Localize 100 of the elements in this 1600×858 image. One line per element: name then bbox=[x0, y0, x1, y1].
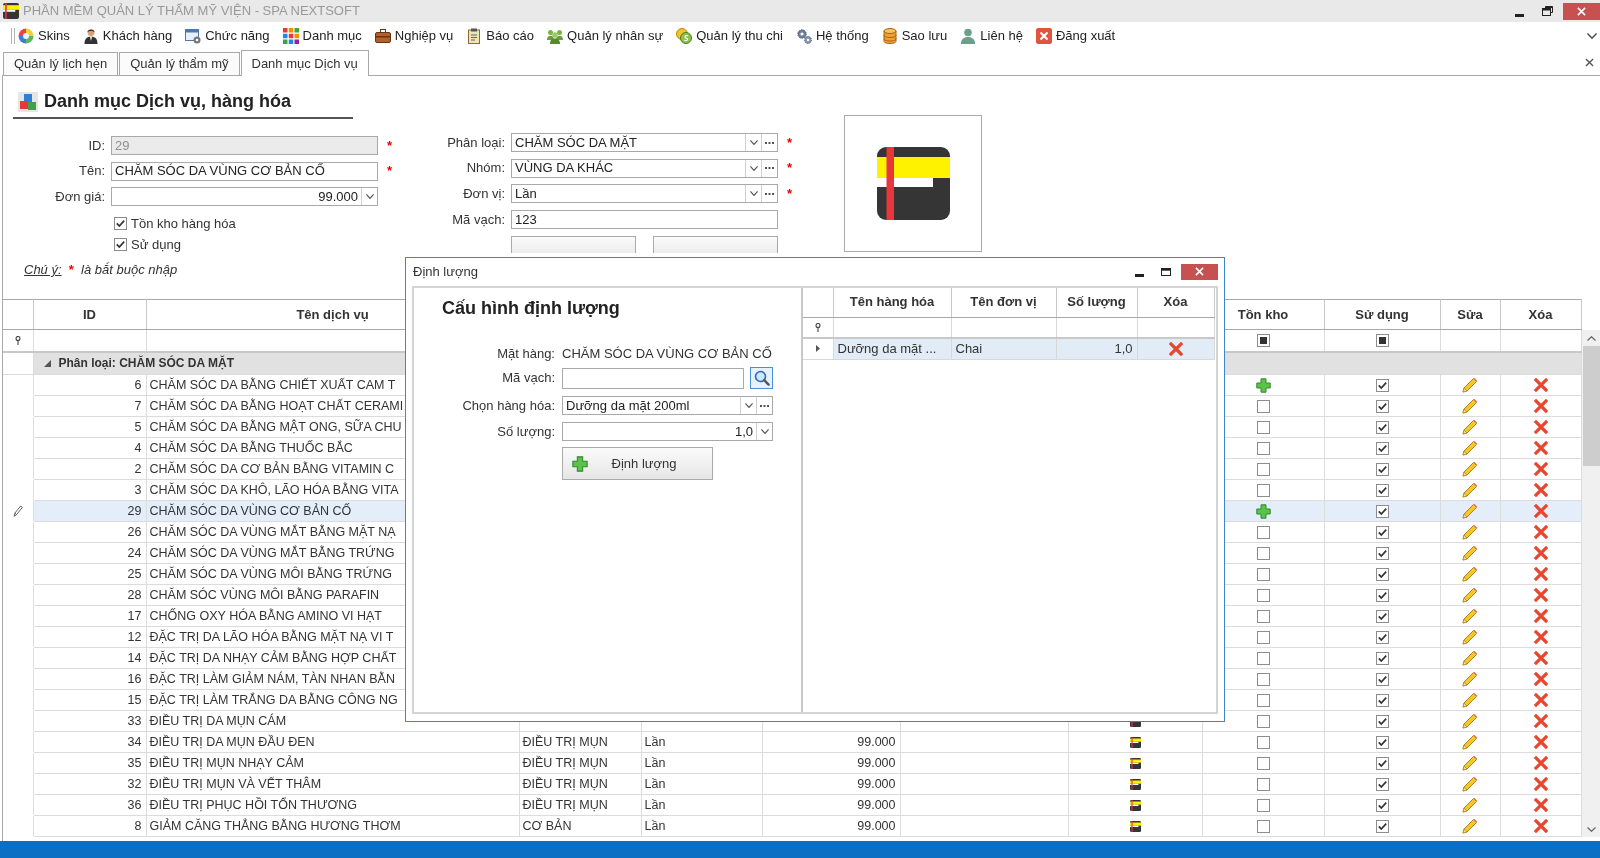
delete-icon[interactable] bbox=[1533, 630, 1548, 644]
delete-icon[interactable] bbox=[1533, 462, 1548, 476]
pencil-icon[interactable] bbox=[1462, 398, 1478, 414]
menu-item[interactable]: Đăng xuất bbox=[1035, 28, 1116, 44]
checkbox[interactable] bbox=[1256, 672, 1270, 686]
delete-icon[interactable] bbox=[1533, 399, 1548, 413]
plus-icon[interactable] bbox=[1255, 377, 1271, 393]
menu-item[interactable]: Khách hàng bbox=[82, 28, 173, 44]
search-button[interactable] bbox=[750, 367, 773, 389]
menu-item[interactable]: Danh mục bbox=[282, 28, 362, 44]
delete-icon[interactable] bbox=[1533, 756, 1548, 770]
combo-box[interactable]: CHĂM SÓC DA MẶT bbox=[511, 133, 778, 152]
checkbox[interactable] bbox=[1375, 525, 1389, 539]
checkbox[interactable] bbox=[1375, 504, 1389, 518]
delete-icon[interactable] bbox=[1533, 672, 1548, 686]
pencil-icon[interactable] bbox=[1462, 461, 1478, 477]
menu-item[interactable]: Quản lý thu chi bbox=[676, 28, 783, 44]
column-header[interactable]: Tên đơn vị bbox=[970, 294, 1037, 310]
tab[interactable]: Quản lý thẩm mỹ bbox=[119, 52, 240, 75]
checkbox[interactable] bbox=[1256, 525, 1270, 539]
checkbox[interactable] bbox=[1375, 609, 1389, 623]
menu-item[interactable]: Skins bbox=[18, 28, 70, 44]
checkbox[interactable] bbox=[1256, 483, 1270, 497]
checkbox[interactable] bbox=[1256, 714, 1270, 728]
triangle-icon[interactable] bbox=[43, 359, 51, 367]
pencil-icon[interactable] bbox=[1462, 545, 1478, 561]
pencil-icon[interactable] bbox=[1462, 650, 1478, 666]
delete-icon[interactable] bbox=[1533, 714, 1548, 728]
delete-icon[interactable] bbox=[1533, 525, 1548, 539]
delete-icon[interactable] bbox=[1533, 651, 1548, 665]
restore-icon[interactable] bbox=[1542, 6, 1553, 16]
table-row[interactable]: 36 ĐIỀU TRỊ PHỤC HỒI TỔN THƯƠNG ĐIỀU TRỊ MỤN Lần 99.000 bbox=[3, 794, 1581, 816]
text-field[interactable] bbox=[562, 367, 744, 389]
column-header[interactable]: Số lượng bbox=[1067, 294, 1126, 310]
tab[interactable]: Danh mục Dịch vụ bbox=[240, 50, 369, 76]
checkbox[interactable] bbox=[1256, 798, 1270, 812]
column-header[interactable]: Xóa bbox=[1163, 294, 1188, 310]
checkbox[interactable] bbox=[1375, 735, 1389, 749]
menu-item[interactable]: Hệ thống bbox=[795, 28, 869, 44]
delete-icon[interactable] bbox=[1533, 693, 1548, 707]
chevron-down-icon[interactable] bbox=[1587, 33, 1597, 39]
dropdown-button[interactable] bbox=[745, 159, 761, 177]
checkbox[interactable] bbox=[1375, 672, 1389, 686]
checkbox[interactable] bbox=[1256, 630, 1270, 644]
pencil-icon[interactable] bbox=[1462, 629, 1478, 645]
checkbox[interactable] bbox=[1375, 333, 1389, 347]
checkbox[interactable] bbox=[1375, 819, 1389, 833]
tab[interactable]: Quản lý lịch hẹn bbox=[3, 52, 119, 75]
delete-icon[interactable] bbox=[1533, 567, 1548, 581]
spin-field[interactable]: 99.000 bbox=[111, 187, 378, 207]
checkbox-label[interactable]: Tồn kho hàng hóa bbox=[131, 215, 236, 232]
checkbox[interactable] bbox=[1256, 399, 1270, 413]
pencil-icon[interactable] bbox=[1462, 692, 1478, 708]
checkbox[interactable] bbox=[1256, 441, 1270, 455]
pencil-icon[interactable] bbox=[1462, 713, 1478, 729]
checkbox[interactable] bbox=[1256, 588, 1270, 602]
dropdown-button[interactable] bbox=[361, 188, 377, 206]
text-field[interactable]: CHĂM SÓC DA VÙNG CƠ BẢN CỐ bbox=[111, 161, 378, 181]
checkbox[interactable] bbox=[1256, 567, 1270, 581]
pencil-icon[interactable] bbox=[1462, 818, 1478, 834]
checkbox[interactable] bbox=[1375, 798, 1389, 812]
checkbox[interactable] bbox=[1375, 420, 1389, 434]
delete-icon[interactable] bbox=[1533, 546, 1548, 560]
checkbox[interactable] bbox=[1375, 567, 1389, 581]
dropdown-button[interactable] bbox=[740, 397, 756, 414]
dropdown-button[interactable] bbox=[745, 134, 761, 151]
delete-icon[interactable] bbox=[1533, 441, 1548, 455]
checkbox[interactable] bbox=[1375, 462, 1389, 476]
column-header[interactable]: Tên hàng hóa bbox=[849, 294, 935, 310]
menu-item[interactable]: Báo cáo bbox=[466, 28, 535, 44]
pencil-icon[interactable] bbox=[1462, 734, 1478, 750]
close-button[interactable] bbox=[1181, 263, 1218, 280]
delete-icon[interactable] bbox=[1168, 341, 1183, 356]
delete-icon[interactable] bbox=[1533, 378, 1548, 392]
minimize-icon[interactable] bbox=[1515, 13, 1524, 17]
checkbox[interactable] bbox=[1375, 588, 1389, 602]
pencil-icon[interactable] bbox=[1462, 587, 1478, 603]
menu-item[interactable]: Quản lý nhân sự bbox=[547, 28, 664, 44]
menu-item[interactable]: Liên hệ bbox=[960, 28, 1023, 44]
pencil-icon[interactable] bbox=[1462, 671, 1478, 687]
checkbox[interactable] bbox=[1375, 441, 1389, 455]
pencil-icon[interactable] bbox=[1462, 503, 1478, 519]
checkbox[interactable] bbox=[1256, 777, 1270, 791]
close-icon[interactable] bbox=[1585, 58, 1594, 67]
ellipsis-button[interactable] bbox=[761, 134, 777, 151]
table-row[interactable]: 8 GIẢM CĂNG THẲNG BẰNG HƯƠNG THƠM CƠ BẢN Lần 99.000 bbox=[3, 815, 1581, 837]
checkbox[interactable] bbox=[1375, 630, 1389, 644]
delete-icon[interactable] bbox=[1533, 588, 1548, 602]
delete-icon[interactable] bbox=[1533, 777, 1548, 791]
checkbox[interactable] bbox=[1375, 651, 1389, 665]
checkbox[interactable] bbox=[1256, 462, 1270, 476]
pencil-icon[interactable] bbox=[1462, 797, 1478, 813]
delete-icon[interactable] bbox=[1533, 420, 1548, 434]
checkbox[interactable] bbox=[1256, 735, 1270, 749]
menu-item[interactable]: Nghiệp vụ bbox=[374, 28, 454, 44]
column-header[interactable]: Tên dịch vụ bbox=[296, 306, 369, 322]
add-button[interactable]: Định lượng bbox=[562, 447, 713, 480]
pencil-icon[interactable] bbox=[1462, 566, 1478, 582]
checkbox[interactable] bbox=[1256, 651, 1270, 665]
ellipsis-button[interactable] bbox=[761, 185, 777, 203]
